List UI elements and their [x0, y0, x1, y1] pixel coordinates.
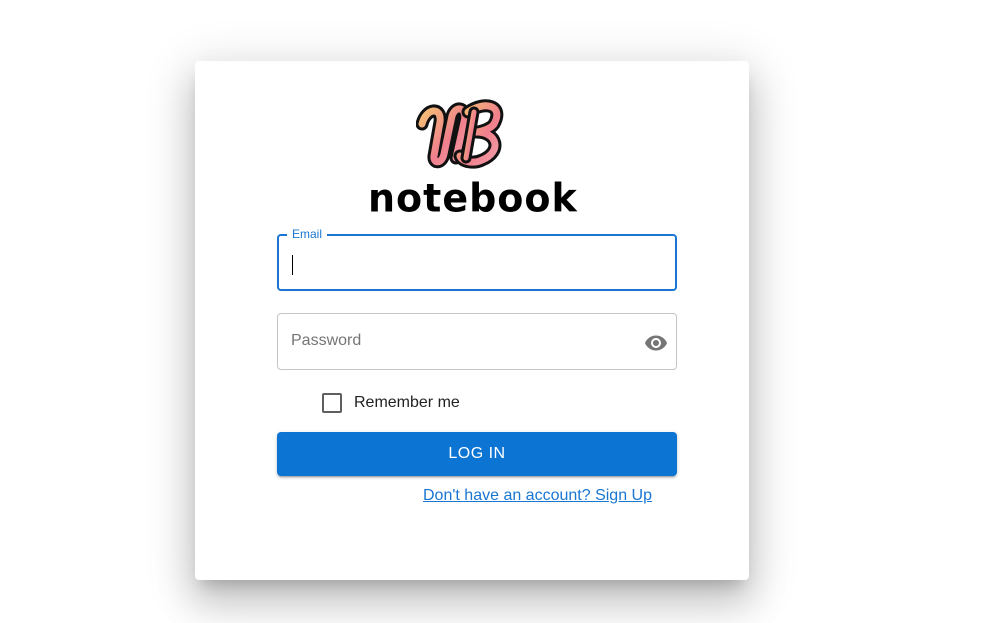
email-field[interactable]: Email: [277, 227, 677, 291]
nb-badge-logo: [416, 99, 504, 169]
email-input[interactable]: [292, 251, 622, 275]
notebook-logo: notebook: [368, 98, 578, 221]
remember-me-label: Remember me: [354, 394, 460, 411]
remember-me-checkbox[interactable]: [322, 393, 342, 413]
remember-me-row[interactable]: Remember me: [322, 391, 460, 415]
password-field[interactable]: [277, 313, 677, 370]
login-card: notebook Email Remember me LOG IN Don't …: [195, 61, 749, 580]
signup-link[interactable]: Don't have an account? Sign Up: [423, 487, 652, 505]
brand-wordmark: notebook: [368, 175, 578, 221]
login-button[interactable]: LOG IN: [277, 432, 677, 476]
email-field-label: Email: [287, 227, 328, 241]
password-input[interactable]: [291, 329, 621, 353]
eye-icon[interactable]: [644, 331, 668, 355]
